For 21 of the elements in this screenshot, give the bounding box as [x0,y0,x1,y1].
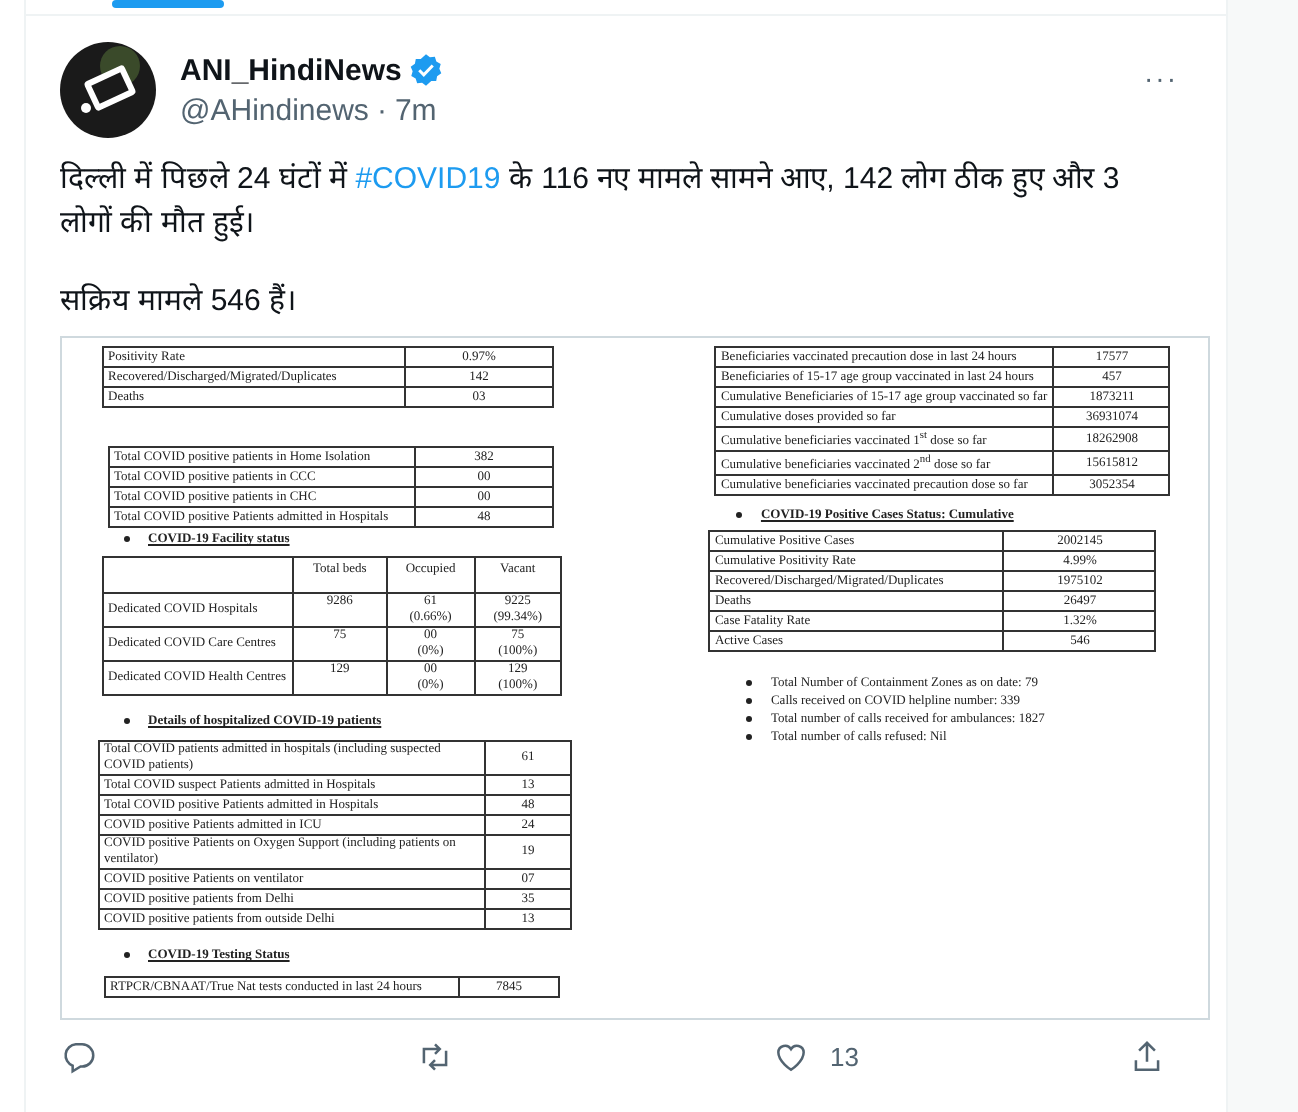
bullet-icon [124,952,130,958]
bullet-icon [746,680,753,687]
document-image[interactable] [60,336,1210,1020]
reply-icon[interactable] [60,1038,98,1076]
tab-indicator [112,0,224,8]
bullet-icon [746,734,753,741]
avatar[interactable] [60,42,156,138]
like-count: 13 [830,1042,859,1072]
tweet-text: दिल्ली में पिछले 24 घंटों में #COVID19 के 116 नए मामले सामने आए, 142 लोग ठीक हुए और 3 लोगों की मौत हुई। [60,159,1122,246]
tweet-text: सक्रिय मामले 546 हैं। [60,281,300,322]
bullet-icon [746,698,753,705]
bullet-icon [124,536,130,542]
bullet-icon [124,718,130,724]
bullet-icon [746,716,753,723]
heart-icon[interactable] [772,1038,810,1076]
separator: · [376,94,387,128]
bullet-icon [736,512,743,519]
more-button[interactable]: ··· [1140,62,1182,94]
author-handle[interactable]: @AHindinews [180,94,369,128]
timestamp[interactable]: 7m [394,94,437,128]
author-name[interactable]: ANI_HindiNews [180,53,402,87]
